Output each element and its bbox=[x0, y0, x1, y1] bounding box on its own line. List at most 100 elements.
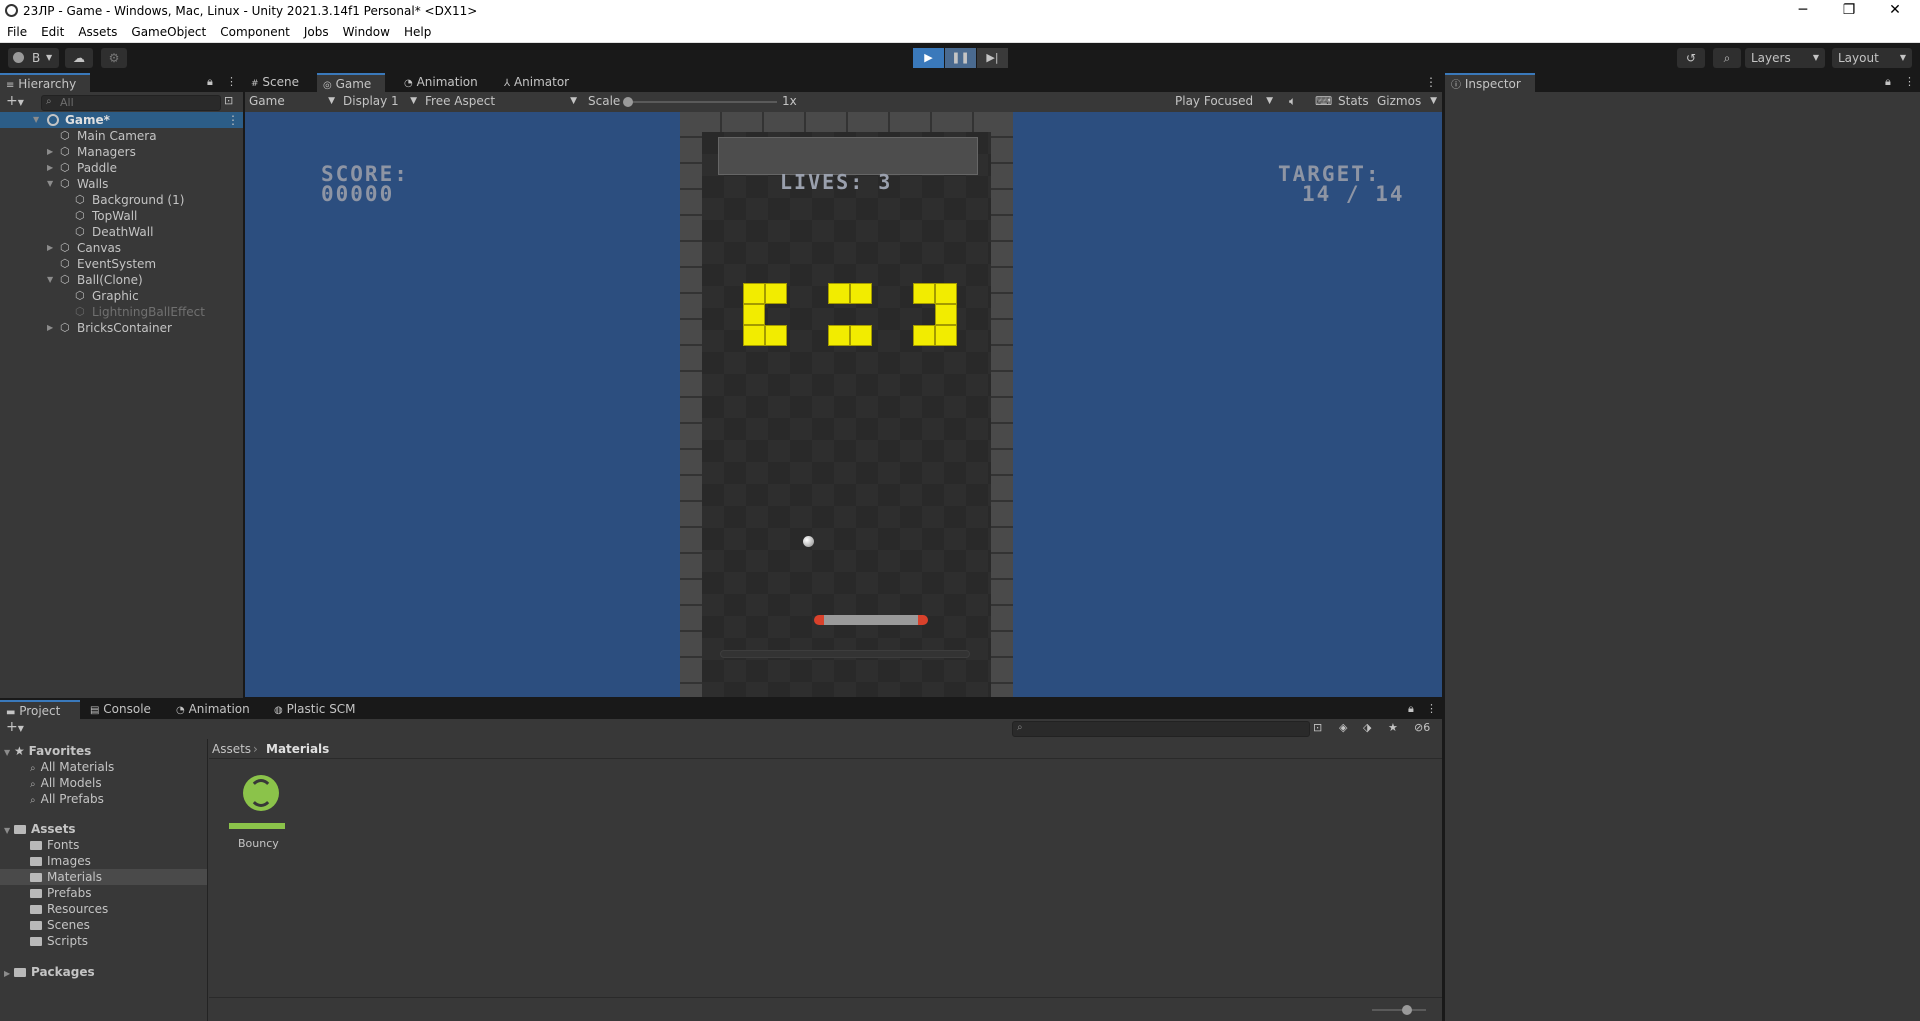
tab-game[interactable]: ◎ Game bbox=[317, 73, 385, 92]
menu-file[interactable]: File bbox=[0, 25, 34, 39]
asset-folder-item[interactable]: Images bbox=[0, 853, 207, 869]
hierarchy-item[interactable]: ▼ ⬡ Walls bbox=[0, 176, 243, 192]
scale-slider-handle[interactable] bbox=[623, 97, 633, 107]
hierarchy-item[interactable]: ⬡ Background (1) bbox=[0, 192, 243, 208]
favorite-item[interactable]: ⌕ All Models bbox=[30, 775, 102, 791]
lock-icon[interactable]: 🔒︎ bbox=[207, 75, 213, 89]
tab-animator[interactable]: ⅄ Animator bbox=[498, 73, 588, 92]
tab-project[interactable]: ▬ Project bbox=[0, 700, 80, 719]
menu-component[interactable]: Component bbox=[213, 25, 297, 39]
hierarchy-item[interactable]: ⬡ DeathWall bbox=[0, 224, 243, 240]
hierarchy-item[interactable]: ⬡ Graphic bbox=[0, 288, 243, 304]
lock-icon[interactable]: 🔒︎ bbox=[1408, 702, 1414, 716]
tab-console[interactable]: ▤ Console bbox=[84, 700, 164, 719]
play-mode-dropdown[interactable]: Play Focused ▼ bbox=[1175, 92, 1275, 110]
menu-window[interactable]: Window bbox=[336, 25, 397, 39]
hierarchy-item[interactable]: ▶ ⬡ BricksContainer bbox=[0, 320, 243, 336]
favorites-row[interactable]: ▼ ★ Favorites bbox=[4, 743, 91, 759]
icon-size-slider[interactable] bbox=[1372, 1005, 1426, 1015]
expand-arrow-icon[interactable]: ▶ bbox=[47, 144, 53, 160]
layout-dropdown[interactable]: Layout ▼ bbox=[1832, 48, 1912, 68]
asset-folder-item[interactable]: Scripts bbox=[0, 933, 207, 949]
layers-dropdown[interactable]: Layers ▼ bbox=[1745, 48, 1825, 68]
chevron-down-icon: ▼ bbox=[46, 53, 53, 62]
kebab-menu-icon[interactable]: ⋮ bbox=[1426, 702, 1437, 715]
hidden-packages-icon[interactable]: ⊘6 bbox=[1414, 721, 1430, 734]
tag-icon[interactable]: ⬗ bbox=[1363, 721, 1371, 734]
asset-folder-item[interactable]: Resources bbox=[0, 901, 207, 917]
tab-hierarchy[interactable]: ≡ Hierarchy bbox=[0, 73, 90, 92]
collapse-arrow-icon[interactable]: ▼ bbox=[47, 176, 53, 192]
hierarchy-item[interactable]: ⬡ Main Camera bbox=[0, 128, 243, 144]
maximize-button[interactable]: ❐ bbox=[1826, 0, 1872, 22]
game-view[interactable]: LIVES: 3 SCORE: 00000 TARGET: 14 / 14 bbox=[245, 112, 1442, 697]
keyboard-shortcuts-icon[interactable]: ⌨ bbox=[1315, 92, 1332, 110]
asset-folder-item[interactable]: Materials bbox=[0, 869, 207, 885]
aspect-dropdown[interactable]: Free Aspect ▼ bbox=[425, 92, 579, 110]
history-button[interactable]: ↺ bbox=[1677, 48, 1705, 68]
breadcrumb-assets[interactable]: Assets bbox=[212, 742, 251, 756]
expand-arrow-icon[interactable]: ▶ bbox=[47, 320, 53, 336]
tab-scene[interactable]: # Scene bbox=[245, 73, 315, 92]
create-button[interactable]: +▼ bbox=[6, 719, 24, 735]
menu-jobs[interactable]: Jobs bbox=[297, 25, 336, 39]
minimize-button[interactable]: ─ bbox=[1780, 0, 1826, 22]
kebab-menu-icon[interactable]: ⋮ bbox=[227, 112, 239, 128]
asset-folder-item[interactable]: Prefabs bbox=[0, 885, 207, 901]
asset-item-bouncy[interactable]: Bouncy bbox=[224, 773, 288, 855]
menu-edit[interactable]: Edit bbox=[34, 25, 71, 39]
icon-size-slider-handle[interactable] bbox=[1402, 1005, 1412, 1015]
menu-gameobject[interactable]: GameObject bbox=[124, 25, 213, 39]
view-dropdown[interactable]: Game ▼ bbox=[249, 92, 337, 110]
display-dropdown[interactable]: Display 1 ▼ bbox=[343, 92, 419, 110]
play-button[interactable]: ▶ bbox=[913, 48, 944, 68]
hierarchy-item[interactable]: ▶ ⬡ Canvas bbox=[0, 240, 243, 256]
stats-button[interactable]: Stats bbox=[1338, 92, 1369, 110]
account-dropdown[interactable]: B ▼ bbox=[8, 48, 59, 68]
expand-arrow-icon[interactable]: ▶ bbox=[47, 240, 53, 256]
favorite-item[interactable]: ⌕ All Materials bbox=[30, 759, 114, 775]
star-icon[interactable]: ★ bbox=[1388, 721, 1398, 734]
expand-arrow-icon[interactable]: ▶ bbox=[47, 160, 53, 176]
tab-inspector[interactable]: ⓘ Inspector bbox=[1445, 73, 1535, 92]
search-by-type-icon[interactable]: ⊡ bbox=[224, 94, 233, 107]
hierarchy-item[interactable]: ▶ ⬡ Paddle bbox=[0, 160, 243, 176]
hierarchy-item[interactable]: ⬡ EventSystem bbox=[0, 256, 243, 272]
mute-audio-icon[interactable]: 🔈︎ bbox=[1289, 92, 1296, 110]
search-button[interactable]: ⌕ bbox=[1713, 48, 1741, 68]
collapse-arrow-icon[interactable]: ▼ bbox=[47, 272, 53, 288]
hierarchy-item[interactable]: ⬡ LightningBallEffect bbox=[0, 304, 243, 320]
scene-row[interactable]: ▼ Game* ⋮ bbox=[0, 112, 243, 128]
assets-row[interactable]: ▼ Assets bbox=[4, 821, 76, 837]
kebab-menu-icon[interactable]: ⋮ bbox=[1425, 75, 1437, 89]
hierarchy-item[interactable]: ▼ ⬡ Ball(Clone) bbox=[0, 272, 243, 288]
pause-button[interactable]: ❚❚ bbox=[945, 48, 976, 68]
scale-slider[interactable] bbox=[623, 97, 777, 107]
kebab-menu-icon[interactable]: ⋮ bbox=[226, 75, 237, 88]
breadcrumb-materials[interactable]: Materials bbox=[266, 742, 329, 756]
hierarchy-item[interactable]: ▶ ⬡ Managers bbox=[0, 144, 243, 160]
menu-help[interactable]: Help bbox=[397, 25, 438, 39]
asset-folder-item[interactable]: Scenes bbox=[0, 917, 207, 933]
tab-animation-bottom[interactable]: ◔ Animation bbox=[170, 700, 260, 719]
tab-animation[interactable]: ◔ Animation bbox=[398, 73, 488, 92]
add-button[interactable]: +▼ bbox=[6, 93, 24, 109]
lock-icon[interactable]: 🔒︎ bbox=[1885, 75, 1891, 89]
hierarchy-item[interactable]: ⬡ TopWall bbox=[0, 208, 243, 224]
hierarchy-search-input[interactable]: ⌕ All bbox=[41, 95, 221, 111]
menu-assets[interactable]: Assets bbox=[71, 25, 124, 39]
aspect-label: Free Aspect bbox=[425, 94, 496, 108]
gizmos-dropdown[interactable]: Gizmos ▼ bbox=[1377, 92, 1439, 110]
kebab-menu-icon[interactable]: ⋮ bbox=[1904, 75, 1915, 88]
favorite-item[interactable]: ⌕ All Prefabs bbox=[30, 791, 104, 807]
close-button[interactable]: ✕ bbox=[1872, 0, 1918, 22]
tab-plastic-scm[interactable]: ◍ Plastic SCM bbox=[268, 700, 368, 719]
packages-row[interactable]: ▶ Packages bbox=[4, 964, 95, 980]
step-button[interactable]: ▶| bbox=[977, 48, 1008, 68]
asset-folder-item[interactable]: Fonts bbox=[0, 837, 207, 853]
collab-button[interactable]: ⚙ bbox=[101, 48, 127, 68]
search-by-label-icon[interactable]: ◈ bbox=[1339, 721, 1347, 734]
cloud-button[interactable]: ☁ bbox=[65, 48, 93, 68]
search-by-type-icon[interactable]: ⊡ bbox=[1313, 721, 1322, 734]
project-search-input[interactable]: ⌕ bbox=[1012, 721, 1310, 737]
